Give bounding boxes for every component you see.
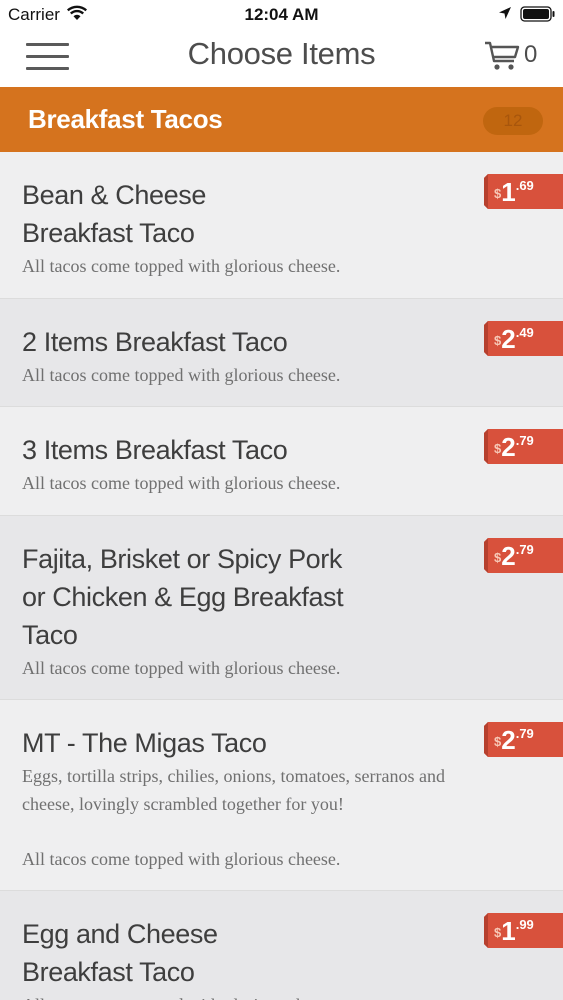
cart-count: 0 [524,41,538,68]
price-cents: .79 [515,433,534,448]
item-ingredients: Eggs, tortilla strips, chilies, onions, … [22,766,445,786]
item-name: Bean & Cheese Breakfast Taco [22,180,206,248]
price-cents: .49 [515,325,534,340]
item-name: Egg and Cheese Breakfast Taco [22,919,218,987]
price-whole: 1 [501,177,516,207]
menu-item[interactable]: 3 Items Breakfast Taco All tacos come to… [0,407,563,516]
price-cents: .99 [515,917,534,932]
price-tag: $2.79 [484,538,563,573]
item-description: All tacos come topped with glorious chee… [22,991,543,1000]
cart-button[interactable]: 0 [484,38,544,74]
price-whole: 2 [501,324,516,354]
price-whole: 2 [501,541,516,571]
category-header[interactable]: Breakfast Tacos 12 [0,87,563,152]
category-count-badge: 12 [483,107,543,135]
price-cents: .69 [515,178,534,193]
price-whole: 1 [501,916,516,946]
item-name: 2 Items Breakfast Taco [22,327,288,357]
item-description: All tacos come topped with glorious chee… [22,365,341,385]
status-bar: Carrier 12:04 AM [0,0,563,30]
status-time: 12:04 AM [244,5,319,24]
item-description: All tacos come topped with glorious chee… [22,473,341,493]
shopping-cart-icon [485,41,520,70]
price-cents: .79 [515,726,534,741]
page-title: Choose Items [187,36,376,71]
navigation-bar: Choose Items 0 [0,30,563,87]
item-name: MT - The Migas Taco [22,728,267,758]
price-whole: 2 [501,432,516,462]
menu-item[interactable]: Fajita, Brisket or Spicy Pork or Chicken… [0,516,563,700]
price-tag: $2.79 [484,429,563,464]
price-tag: $2.79 [484,722,563,757]
item-ingredients: cheese, lovingly scrambled together for … [22,794,344,814]
category-title: Breakfast Tacos [28,104,223,134]
price-tag: $1.99 [484,913,563,948]
price-cents: .79 [515,542,534,557]
item-description: All tacos come topped with glorious chee… [22,256,341,276]
battery-icon [520,6,555,22]
menu-item[interactable]: 2 Items Breakfast Taco All tacos come to… [0,299,563,407]
item-description: All tacos come topped with glorious chee… [22,849,341,869]
item-description: All tacos come topped with glorious chee… [22,658,341,678]
location-arrow-icon [499,7,511,19]
menu-item[interactable]: MT - The Migas Taco Eggs, tortilla strip… [0,700,563,891]
menu-item[interactable]: Egg and Cheese Breakfast Taco All tacos … [0,891,563,1000]
menu-item[interactable]: Bean & Cheese Breakfast Taco All tacos c… [0,152,563,299]
price-tag: $1.69 [484,174,563,209]
item-name: 3 Items Breakfast Taco [22,435,288,465]
item-name: Fajita, Brisket or Spicy Pork or Chicken… [22,544,344,650]
price-tag: $2.49 [484,321,563,356]
price-whole: 2 [501,725,516,755]
menu-items-list: Bean & Cheese Breakfast Taco All tacos c… [0,152,563,1000]
